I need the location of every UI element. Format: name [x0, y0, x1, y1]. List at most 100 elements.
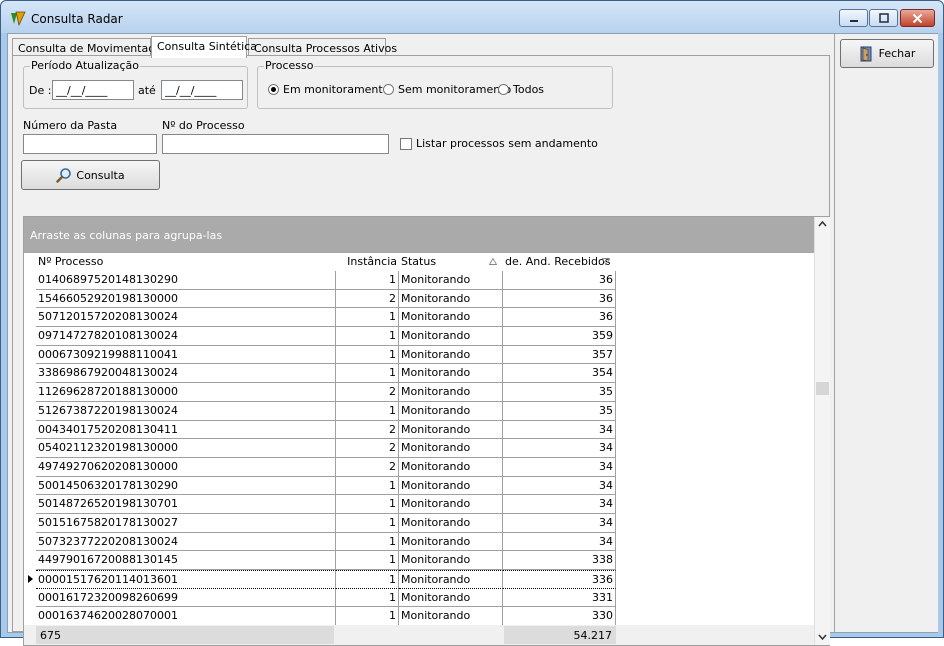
cell-instancia[interactable]: 1	[336, 588, 399, 608]
table-row[interactable]: 50732377220208130024 1 Monitorando 34	[24, 532, 814, 552]
table-row[interactable]: 44979016720088130145 1 Monitorando 338	[24, 551, 814, 570]
cell-numero-processo[interactable]: 00016374620028070001	[36, 607, 336, 627]
cell-instancia[interactable]: 1	[336, 551, 399, 570]
column-header-status[interactable]: Status	[399, 253, 503, 271]
table-row[interactable]: 50712015720208130024 1 Monitorando 36	[24, 308, 814, 328]
cell-and-recebidos[interactable]: 36	[503, 289, 616, 309]
cell-numero-processo[interactable]: 49749270620208130000	[36, 457, 336, 477]
table-row[interactable]: 00016172320098260699 1 Monitorando 331	[24, 588, 814, 608]
fechar-button[interactable]: Fechar	[840, 39, 934, 68]
table-row[interactable]: 09714727820108130024 1 Monitorando 359	[24, 327, 814, 346]
cell-numero-processo[interactable]: 50148726520198130701	[36, 495, 336, 514]
cell-status[interactable]: Monitorando	[399, 495, 503, 514]
cell-status[interactable]: Monitorando	[399, 308, 503, 328]
cell-numero-processo[interactable]: 00067309219988110041	[36, 345, 336, 365]
table-row[interactable]: 00434017520208130411 2 Monitorando 34	[24, 420, 814, 440]
radio-sem-monitoramento[interactable]	[383, 84, 394, 95]
cell-status[interactable]: Monitorando	[399, 570, 503, 589]
cell-status[interactable]: Monitorando	[399, 476, 503, 496]
cell-instancia[interactable]: 1	[336, 607, 399, 627]
date-from-input[interactable]	[52, 80, 134, 100]
scroll-thumb[interactable]	[816, 382, 829, 395]
cell-instancia[interactable]: 1	[336, 308, 399, 328]
table-row[interactable]: 00001517620114013601 1 Monitorando 336	[24, 570, 814, 589]
cell-numero-processo[interactable]: 50732377220208130024	[36, 532, 336, 552]
cell-instancia[interactable]: 1	[336, 401, 399, 421]
cell-instancia[interactable]: 1	[336, 327, 399, 346]
cell-status[interactable]: Monitorando	[399, 457, 503, 477]
table-row[interactable]: 11269628720188130000 2 Monitorando 35	[24, 383, 814, 402]
cell-instancia[interactable]: 1	[336, 513, 399, 533]
cell-and-recebidos[interactable]: 357	[503, 345, 616, 365]
scroll-down-icon[interactable]	[818, 634, 827, 640]
cell-and-recebidos[interactable]: 338	[503, 551, 616, 570]
cell-status[interactable]: Monitorando	[399, 551, 503, 570]
cell-status[interactable]: Monitorando	[399, 327, 503, 346]
table-row[interactable]: 00067309219988110041 1 Monitorando 357	[24, 345, 814, 365]
cell-status[interactable]: Monitorando	[399, 439, 503, 458]
cell-and-recebidos[interactable]: 34	[503, 457, 616, 477]
cell-instancia[interactable]: 1	[336, 364, 399, 384]
cell-status[interactable]: Monitorando	[399, 532, 503, 552]
table-row[interactable]: 01406897520148130290 1 Monitorando 36	[24, 271, 814, 290]
maximize-button[interactable]	[869, 9, 898, 27]
date-to-input[interactable]	[161, 80, 243, 100]
cell-numero-processo[interactable]: 33869867920048130024	[36, 364, 336, 384]
consulta-button[interactable]: Consulta	[21, 160, 160, 190]
cell-instancia[interactable]: 2	[336, 289, 399, 309]
cell-instancia[interactable]: 1	[336, 271, 399, 290]
cell-status[interactable]: Monitorando	[399, 345, 503, 365]
cell-status[interactable]: Monitorando	[399, 401, 503, 421]
cell-and-recebidos[interactable]: 336	[503, 570, 616, 589]
cell-and-recebidos[interactable]: 34	[503, 532, 616, 552]
cell-instancia[interactable]: 1	[336, 345, 399, 365]
close-button[interactable]	[900, 9, 935, 27]
column-header-and-recebidos[interactable]: de. And. Recebidos	[503, 253, 616, 271]
radio-em-monitoramento[interactable]	[268, 84, 279, 95]
cell-instancia[interactable]: 1	[336, 495, 399, 514]
cell-numero-processo[interactable]: 00001517620114013601	[36, 570, 336, 589]
cell-status[interactable]: Monitorando	[399, 383, 503, 402]
scroll-up-icon[interactable]	[818, 221, 827, 227]
results-grid[interactable]: Arraste as colunas para agrupa-las Nº Pr…	[23, 216, 830, 646]
cell-numero-processo[interactable]: 51267387220198130024	[36, 401, 336, 421]
cell-numero-processo[interactable]: 09714727820108130024	[36, 327, 336, 346]
cell-numero-processo[interactable]: 00434017520208130411	[36, 420, 336, 440]
cell-instancia[interactable]: 1	[336, 570, 399, 589]
cell-instancia[interactable]: 2	[336, 420, 399, 440]
group-by-panel[interactable]: Arraste as colunas para agrupa-las	[24, 217, 814, 253]
cell-numero-processo[interactable]: 50014506320178130290	[36, 476, 336, 496]
cell-and-recebidos[interactable]: 36	[503, 308, 616, 328]
table-row[interactable]: 50014506320178130290 1 Monitorando 34	[24, 476, 814, 496]
column-header-instancia[interactable]: Instância	[336, 253, 399, 271]
numero-processo-input[interactable]	[162, 134, 389, 154]
cell-and-recebidos[interactable]: 34	[503, 439, 616, 458]
cell-status[interactable]: Monitorando	[399, 420, 503, 440]
cell-status[interactable]: Monitorando	[399, 588, 503, 608]
cell-instancia[interactable]: 1	[336, 476, 399, 496]
cell-and-recebidos[interactable]: 34	[503, 420, 616, 440]
cell-numero-processo[interactable]: 15466052920198130000	[36, 289, 336, 309]
cell-and-recebidos[interactable]: 35	[503, 401, 616, 421]
cell-numero-processo[interactable]: 01406897520148130290	[36, 271, 336, 290]
cell-and-recebidos[interactable]: 331	[503, 588, 616, 608]
cell-and-recebidos[interactable]: 359	[503, 327, 616, 346]
table-row[interactable]: 15466052920198130000 2 Monitorando 36	[24, 289, 814, 309]
cell-numero-processo[interactable]: 50151675820178130027	[36, 513, 336, 533]
cell-status[interactable]: Monitorando	[399, 513, 503, 533]
table-row[interactable]: 00016374620028070001 1 Monitorando 330	[24, 607, 814, 627]
listar-sem-andamento-checkbox[interactable]	[400, 138, 412, 150]
cell-numero-processo[interactable]: 44979016720088130145	[36, 551, 336, 570]
table-row[interactable]: 05402112320198130000 2 Monitorando 34	[24, 439, 814, 458]
minimize-button[interactable]	[839, 9, 868, 27]
cell-status[interactable]: Monitorando	[399, 271, 503, 290]
table-row[interactable]: 33869867920048130024 1 Monitorando 354	[24, 364, 814, 384]
cell-instancia[interactable]: 2	[336, 457, 399, 477]
table-row[interactable]: 51267387220198130024 1 Monitorando 35	[24, 401, 814, 421]
cell-and-recebidos[interactable]: 330	[503, 607, 616, 627]
grid-scrollbar[interactable]	[814, 217, 830, 645]
cell-numero-processo[interactable]: 11269628720188130000	[36, 383, 336, 402]
cell-instancia[interactable]: 2	[336, 383, 399, 402]
cell-and-recebidos[interactable]: 34	[503, 513, 616, 533]
radio-todos[interactable]	[498, 84, 509, 95]
